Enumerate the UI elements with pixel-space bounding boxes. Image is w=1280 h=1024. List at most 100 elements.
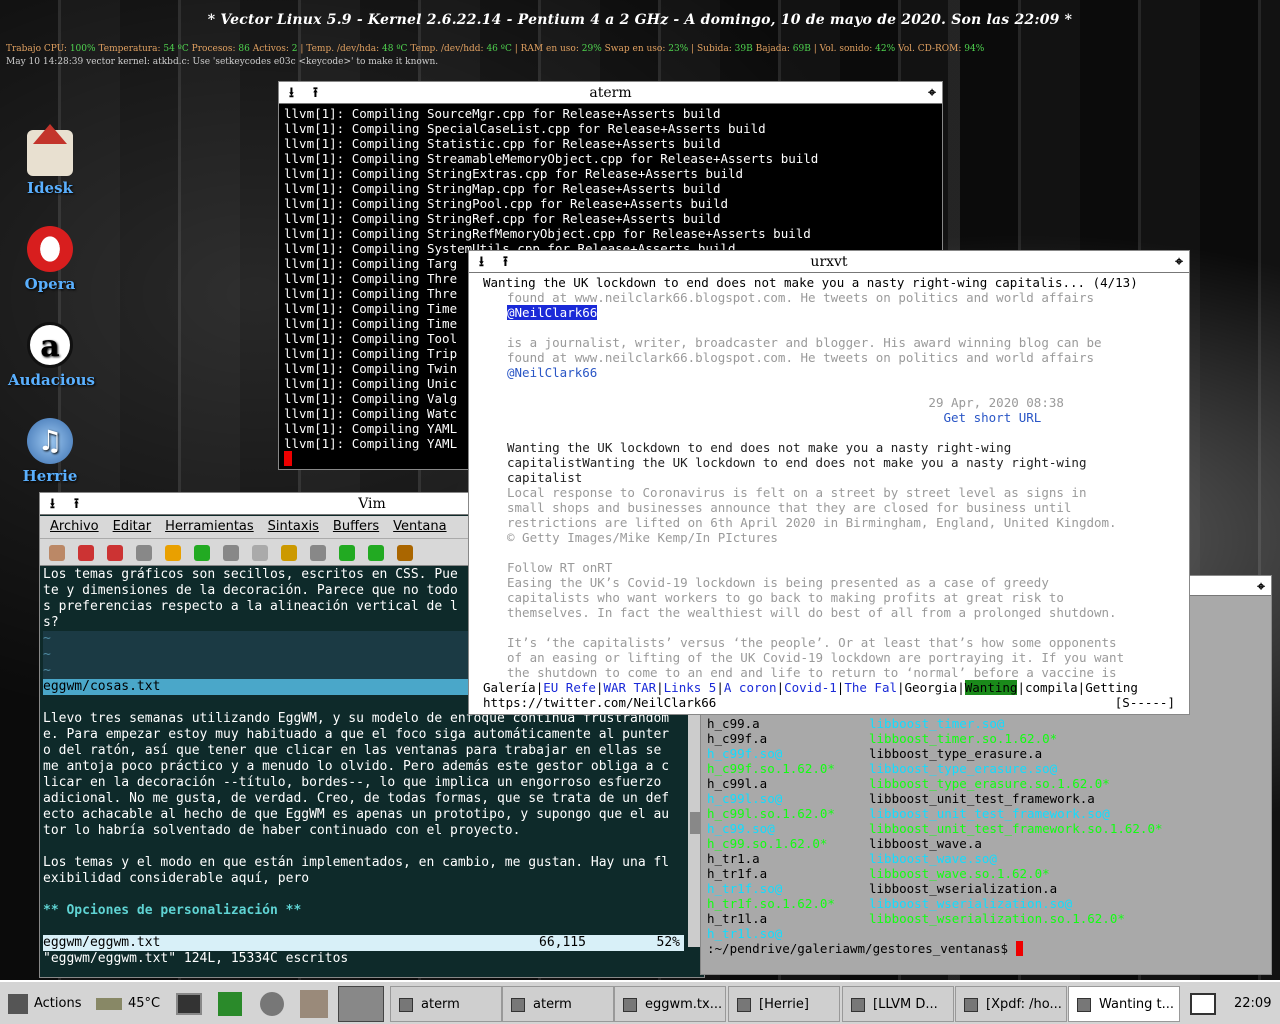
urxvt-tab[interactable]: WAR TAR xyxy=(603,680,656,695)
scrollbar-thumb[interactable] xyxy=(690,812,700,834)
vim-launcher-icon[interactable] xyxy=(218,986,248,1022)
shell-prompt: :~/pendrive/galeriawm/gestores_ventanas$… xyxy=(707,941,1265,956)
task-button[interactable]: [LLVM D... xyxy=(842,986,954,1022)
library-listing[interactable]: h_c99.a libboost_timer.so@ h_c99f.a libboos… xyxy=(707,716,1265,956)
terminal-launcher-icon[interactable] xyxy=(176,986,206,1022)
menu-item[interactable]: Sintaxis xyxy=(268,519,319,534)
house-icon xyxy=(27,124,73,176)
desktop-icon-audacious[interactable]: a Audacious xyxy=(8,322,95,389)
article-text: found at www.neilclark66.blogspot.com. H… xyxy=(507,290,1094,305)
terminal-line: llvm[1]: Compiling StringRefMemoryObject… xyxy=(284,226,811,241)
urxvt-tab[interactable]: EU Refe xyxy=(543,680,596,695)
article-text: the shutdown to come to an end and life … xyxy=(507,665,1117,680)
article-text[interactable]: @NeilClark66 xyxy=(507,365,597,380)
save-icon[interactable] xyxy=(78,545,94,561)
task-button[interactable]: [Xpdf: /ho... xyxy=(955,986,1067,1022)
urxvt-url: https://twitter.com/NeilClark66 xyxy=(483,695,717,710)
minimize-icon[interactable]: ⭳ xyxy=(50,493,55,515)
move-icon[interactable]: ⌖ xyxy=(1257,576,1265,598)
stat-label: | Temp. /dev/hda: xyxy=(300,44,380,54)
find-icon[interactable] xyxy=(310,545,326,561)
cpu-temp: 45°C xyxy=(96,986,166,1022)
terminal-line: llvm[1]: Compiling StringRef.cpp for Rel… xyxy=(284,211,721,226)
open-icon[interactable] xyxy=(49,545,65,561)
urxvt-tabbar[interactable]: Galería|EU Refe|WAR TAR|Links 5|A coron|… xyxy=(483,680,1138,695)
article-text: capitalists who want workers to go back … xyxy=(507,590,1064,605)
urxvt-tab[interactable]: Links 5 xyxy=(664,680,717,695)
file-name: h_tr1.a xyxy=(707,851,760,866)
minimize-icon[interactable]: ⭳ xyxy=(289,82,294,104)
move-icon[interactable]: ⌖ xyxy=(928,82,936,104)
file-row: h_c99.so@ libboost_unit_test_framework.so… xyxy=(707,821,1265,836)
paste-icon[interactable] xyxy=(281,545,297,561)
stat-label: | RAM en uso: xyxy=(514,44,579,54)
file-row: h_tr1f.so.1.62.0* libboost_wserialization… xyxy=(707,896,1265,911)
task-button[interactable]: [Herrie] xyxy=(728,986,840,1022)
urxvt-tab[interactable]: Georgia xyxy=(905,680,958,695)
article-text[interactable]: Get short URL xyxy=(507,410,1041,425)
print-icon[interactable] xyxy=(136,545,152,561)
user-photo-icon[interactable] xyxy=(300,986,330,1022)
desktop-icon-opera[interactable]: Opera xyxy=(8,226,92,293)
article-line: capitalists who want workers to go back … xyxy=(507,590,1184,605)
urxvt-tab[interactable]: Wanting xyxy=(964,680,1018,695)
undo-icon[interactable] xyxy=(165,545,181,561)
article-line: restrictions are lifted on 6th April 202… xyxy=(507,515,1184,530)
urxvt-tab[interactable]: compila xyxy=(1025,680,1078,695)
article-line: Easing the UK’s Covid-19 lockdown is bei… xyxy=(507,575,1184,590)
system-stats: Trabajo CPU: 100% Temperatura: 54 ºC Pro… xyxy=(6,44,1274,54)
show-desktop-icon[interactable] xyxy=(1190,986,1220,1022)
article-line xyxy=(507,545,1184,560)
urxvt-tab[interactable]: The Fal xyxy=(844,680,897,695)
menu-item[interactable]: Archivo xyxy=(50,519,99,534)
menu-item[interactable]: Ventana xyxy=(393,519,446,534)
raise-icon[interactable]: ⭱ xyxy=(74,493,79,515)
menu-item[interactable]: Editar xyxy=(113,519,152,534)
save-all-icon[interactable] xyxy=(107,545,123,561)
task-label: aterm xyxy=(533,997,572,1012)
task-button[interactable]: eggwm.tx... xyxy=(614,986,726,1022)
article-text: 29 Apr, 2020 08:38 xyxy=(507,395,1064,410)
raise-icon[interactable]: ⭱ xyxy=(313,82,318,104)
file-row: h_c99.a libboost_timer.so@ xyxy=(707,716,1265,731)
urxvt-tab[interactable]: A coron xyxy=(724,680,777,695)
file-row: h_c99l.so@ libboost_unit_test_framework.a xyxy=(707,791,1265,806)
minimize-icon[interactable]: ⭳ xyxy=(479,251,484,273)
window-icon xyxy=(511,998,525,1012)
article-text: Local response to Coronavirus is felt on… xyxy=(507,485,1087,500)
article-text: © Getty Images/Mike Kemp/In PIctures xyxy=(507,530,778,545)
raise-icon[interactable]: ⭱ xyxy=(503,251,508,273)
urxvt-tab[interactable]: Galería xyxy=(483,680,536,695)
move-icon[interactable]: ⌖ xyxy=(1175,251,1183,273)
urxvt-content[interactable]: found at www.neilclark66.blogspot.com. H… xyxy=(507,290,1184,680)
desktop-icon-idesk[interactable]: Idesk xyxy=(8,124,92,197)
text-line: e. Para empezar estoy muy habituado a qu… xyxy=(43,727,670,742)
task-button[interactable]: Wanting t... xyxy=(1068,986,1180,1022)
article-text[interactable]: @NeilClark66 xyxy=(507,305,598,320)
aterm-titlebar[interactable]: ⭳ ⭱ aterm ⌖ xyxy=(279,82,942,104)
task-button[interactable]: aterm xyxy=(502,986,614,1022)
window-icon xyxy=(964,998,978,1012)
stat-value: 23% xyxy=(668,44,689,54)
back-icon[interactable] xyxy=(368,545,384,561)
forward-icon[interactable] xyxy=(339,545,355,561)
desktop-icon-herrie[interactable]: ♫ Herrie xyxy=(8,418,92,485)
task-button[interactable]: aterm xyxy=(390,986,502,1022)
workspace-pager[interactable] xyxy=(338,986,384,1022)
menu-item[interactable]: Buffers xyxy=(333,519,379,534)
stat-label: Swap en uso: xyxy=(604,44,666,54)
file-row: h_tr1f.a libboost_wave.so.1.62.0* xyxy=(707,866,1265,881)
urxvt-window[interactable]: ⭳ ⭱ urxvt ⌖ Wanting the UK lockdown to end … xyxy=(468,250,1190,715)
urxvt-tab[interactable]: Covid-1 xyxy=(784,680,837,695)
copy-icon[interactable] xyxy=(252,545,268,561)
file-row: h_tr1.a libboost_wave.so@ xyxy=(707,851,1265,866)
actions-menu[interactable]: Actions xyxy=(8,986,88,1022)
session-icon[interactable] xyxy=(397,545,413,561)
urxvt-tab[interactable]: Getting xyxy=(1085,680,1138,695)
redo-icon[interactable] xyxy=(194,545,210,561)
settings-launcher-icon[interactable] xyxy=(260,986,290,1022)
menu-item[interactable]: Herramientas xyxy=(165,519,254,534)
cut-icon[interactable] xyxy=(223,545,239,561)
urxvt-titlebar[interactable]: ⭳ ⭱ urxvt ⌖ xyxy=(469,251,1189,273)
